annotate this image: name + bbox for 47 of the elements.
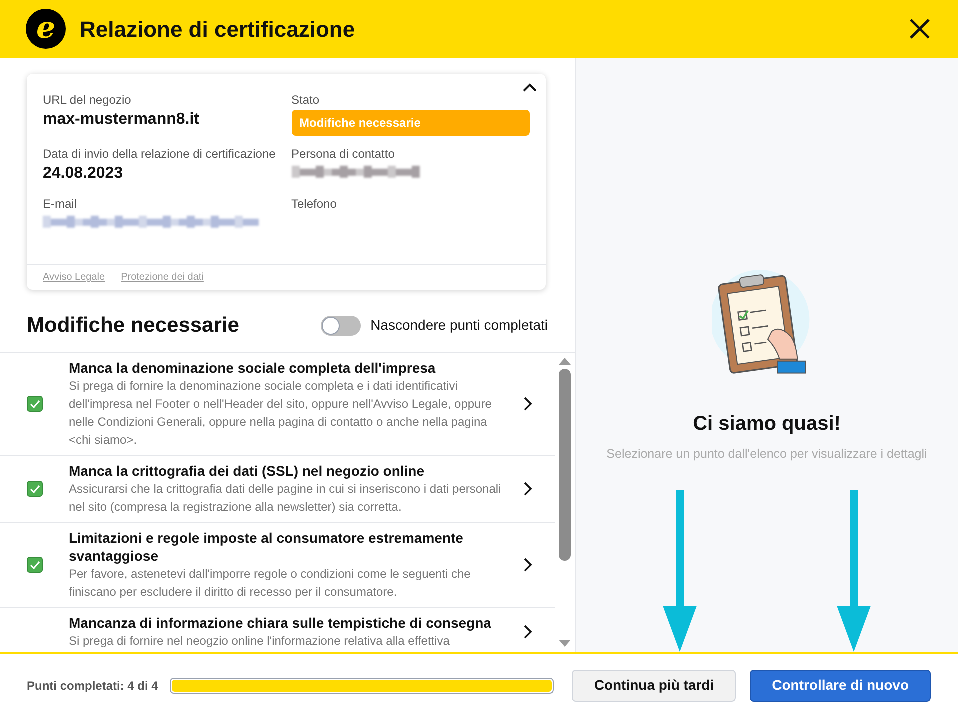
item-description: Assicurarsi che la crittografia dati delle pagine in cui si inseriscono i dati personali nel sito (compresa la registrazione alla newsletter) sia corretta. bbox=[69, 480, 502, 516]
collapse-button[interactable] bbox=[522, 82, 538, 94]
checkmark-icon bbox=[29, 398, 41, 410]
detail-hint: Selezionare un punto dall'elenco per visualizzare i dettagli bbox=[606, 446, 928, 464]
item-title: Manca la crittografia dei dati (SSL) nel negozio online bbox=[69, 462, 426, 480]
checkbox[interactable] bbox=[27, 396, 43, 412]
chevron-right-icon bbox=[523, 624, 533, 640]
field-label: Telefono bbox=[292, 196, 338, 212]
item-title: Mancanza di informazione chiara sulle tempistiche di consegna bbox=[69, 614, 492, 632]
scroll-up-icon[interactable] bbox=[559, 356, 571, 364]
status-badge: Modifiche necessarie bbox=[292, 110, 530, 136]
field-label: E-mail bbox=[43, 196, 78, 212]
field-label: Data di invio della relazione di certificazione bbox=[43, 146, 277, 162]
chevron-right-icon bbox=[523, 480, 533, 496]
window-title: Relazione di certificazione bbox=[80, 16, 356, 44]
field-label: URL del negozio bbox=[43, 92, 132, 108]
checkbox[interactable] bbox=[27, 480, 43, 496]
toggle-label: Nascondere punti completati bbox=[370, 316, 548, 336]
arrow-down-icon bbox=[837, 490, 871, 652]
checklist-item[interactable]: Mancanza di informazione chiara sulle tempistiche di consegna Si prega di fornire nel neogzio online l'informazione relativa alla effettiva bbox=[0, 608, 555, 652]
chevron-right-icon bbox=[523, 556, 533, 572]
footer-link[interactable]: Protezione dei dati bbox=[121, 270, 204, 285]
field-value: 24.08.2023 bbox=[43, 164, 124, 184]
item-description: Si prega di fornire nel neogzio online l'informazione relativa alla effettiva bbox=[69, 632, 451, 650]
checkbox[interactable] bbox=[27, 556, 43, 572]
item-title: Limitazioni e regole imposte al consumatore estremamente svantaggiose bbox=[69, 528, 464, 564]
toggle-switch[interactable] bbox=[320, 316, 361, 336]
logo: e bbox=[26, 9, 66, 49]
progress-label: Punti completati: 4 di 4 bbox=[27, 678, 158, 694]
primary-button[interactable]: Controllare di nuovo bbox=[750, 670, 931, 702]
footer-link[interactable]: Avviso Legale bbox=[43, 270, 106, 285]
scroll-down-icon[interactable] bbox=[559, 640, 571, 648]
item-title: Manca la denominazione sociale completa dell'impresa bbox=[69, 358, 437, 376]
arrow-down-icon bbox=[663, 490, 697, 652]
field-value: max-mustermann8.it bbox=[43, 110, 200, 130]
item-description: Per favore, astenetevi dall'imporre regole o condizioni come le seguenti che finiscano per escludere il diritto di recesso per il consumatore. bbox=[69, 566, 472, 600]
secondary-button[interactable]: Continua più tardi bbox=[572, 670, 736, 702]
field-label: Stato bbox=[292, 92, 321, 108]
section-title: Modifiche necessarie bbox=[27, 313, 240, 339]
field-label: Persona di contatto bbox=[292, 146, 396, 162]
scrollbar-thumb[interactable] bbox=[559, 368, 571, 560]
chevron-right-icon bbox=[523, 396, 533, 412]
checkmark-icon bbox=[29, 482, 41, 494]
detail-title: Ci siamo quasi! bbox=[693, 412, 841, 438]
checkmark-icon bbox=[29, 558, 41, 570]
close-button[interactable] bbox=[908, 17, 932, 41]
item-description: Si prega di fornire la denominazione sociale completa e i dati identificativi dell'impresa nel Footer o nell'Header del sito, oppure nell'Avviso Legale, oppure nelle Condizioni Generali, oppure nella pagina di contatto o anche nella pagina <chi siamo>. bbox=[69, 378, 493, 448]
